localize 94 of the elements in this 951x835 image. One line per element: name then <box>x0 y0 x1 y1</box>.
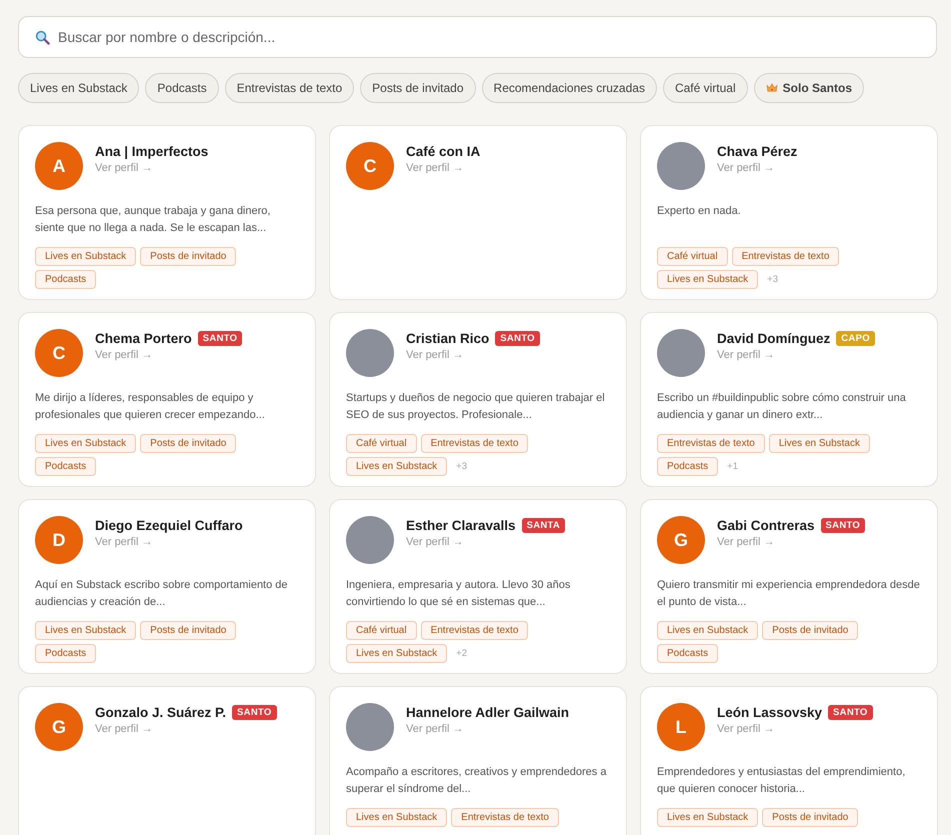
profile-description: Esa persona que, aunque trabaja y gana dinero, siente que no llega a nada. Se le escapan las... <box>35 204 272 236</box>
category-tag: Lives en Substack <box>346 457 448 476</box>
category-tag: Café virtual <box>657 247 728 266</box>
rank-badge: CAPO <box>836 331 875 346</box>
category-tag: Lives en Substack <box>35 621 136 640</box>
profile-name: Gonzalo J. Suárez P. <box>95 705 226 720</box>
rank-badge: SANTA <box>522 518 566 533</box>
profile-name: Diego Ezequiel Cuffaro <box>95 518 243 533</box>
profile-card[interactable]: G Gabi Contreras SANTO Ver perfil → Quiero transmitir mi experiencia emprendedora desde el punto de vista... Lives en Substack Posts de invitado Podcasts <box>640 499 938 674</box>
filter-chip[interactable]: Posts de invitado <box>360 73 476 103</box>
santos-filter-chip[interactable]: Solo Santos <box>754 73 864 103</box>
profile-description: Escribo un #buildinpublic sobre cómo construir una audiencia y ganar un dinero extr... <box>657 391 907 423</box>
photo-placeholder <box>346 703 394 751</box>
category-tag: Podcasts <box>657 457 718 476</box>
category-tag: Café virtual <box>346 621 417 640</box>
profile-name: Café con IA <box>406 144 480 159</box>
category-tag: Entrevistas de texto <box>451 808 559 827</box>
more-count: +2 <box>456 648 468 659</box>
category-tag: Café virtual <box>346 434 417 453</box>
category-tag: Lives en Substack <box>657 621 758 640</box>
profile-description: Acompaño a escritores, creativos y emprendedores a superar el síndrome del... <box>346 765 608 797</box>
initial-avatar: C <box>35 329 83 377</box>
search-field[interactable]: Buscar por nombre o descripción... <box>18 16 937 58</box>
profile-card[interactable]: David Domínguez CAPO Ver perfil → Escribo un #buildinpublic sobre cómo construir una audiencia y ganar un dinero extr... Entrevistas de texto Lives en Substack Podcasts +1 <box>640 312 938 487</box>
rank-badge: SANTO <box>828 705 873 720</box>
profile-description: Me dirijo a líderes, responsables de equipo y profesionales que quieren crecer empezando... <box>35 391 266 423</box>
category-tag: Podcasts <box>35 457 96 476</box>
category-tag: Posts de invitado <box>140 247 236 266</box>
initial-avatar: D <box>35 516 83 564</box>
profile-name: Hannelore Adler Gailwain <box>406 705 570 720</box>
category-tag: Podcasts <box>35 270 96 289</box>
profile-card[interactable]: Hannelore Adler Gailwain Ver perfil → Acompaño a escritores, creativos y emprendedores a superar el síndrome del... Lives en Substack Entrevistas de texto <box>329 686 627 835</box>
rank-badge: SANTO <box>232 705 277 720</box>
category-tag: Lives en Substack <box>768 434 870 453</box>
filter-chip[interactable]: Podcasts <box>145 73 219 103</box>
profile-name: Ana | Imperfectos <box>95 144 208 159</box>
rank-badge: SANTO <box>495 331 540 346</box>
filter-chip[interactable]: Lives en Substack <box>18 73 140 103</box>
category-tag: Posts de invitado <box>762 808 858 827</box>
rank-badge: SANTO <box>198 331 242 346</box>
photo-placeholder <box>346 516 394 564</box>
profile-name: Chava Pérez <box>717 144 798 159</box>
profile-description: Emprendedores y entusiastas del emprendimiento, que quieren conocer historia... <box>657 765 906 797</box>
category-tag: Lives en Substack <box>35 247 136 266</box>
profile-card[interactable]: Esther Claravalls SANTA Ver perfil → Ingeniera, empresaria y autora. Llevo 30 años convirtiendo lo que sé en sistemas que... Café virtual Entrevistas de texto Lives en Substack +2 <box>329 499 627 674</box>
profile-name: Cristian Rico <box>406 331 490 346</box>
profile-description: Aquí en Substack escribo sobre comportamiento de audiencias y creación de... <box>35 578 289 610</box>
photo-placeholder <box>657 142 705 190</box>
photo-placeholder <box>657 329 705 377</box>
filter-chip[interactable]: Café virtual <box>662 73 748 103</box>
initial-avatar: A <box>35 142 83 190</box>
category-tag: Posts de invitado <box>762 621 858 640</box>
category-tag: Lives en Substack <box>657 808 758 827</box>
category-tag: Entrevistas de texto <box>420 434 528 453</box>
more-count: +3 <box>767 274 778 285</box>
rank-badge: SANTO <box>820 518 866 533</box>
profile-name: León Lassovsky <box>717 705 822 720</box>
profile-name: Gabi Contreras <box>717 518 815 533</box>
profile-name: Esther Claravalls <box>406 518 516 533</box>
category-tag: Lives en Substack <box>35 434 136 453</box>
profile-card[interactable]: G Gonzalo J. Suárez P. SANTO Ver perfil → <box>18 686 316 835</box>
category-tag: Entrevistas de texto <box>657 434 765 453</box>
more-count: +3 <box>456 461 468 472</box>
profile-name: David Domínguez <box>717 331 830 346</box>
photo-placeholder <box>346 329 394 377</box>
category-tag: Lives en Substack <box>657 270 758 289</box>
profile-description: Experto en nada. <box>657 204 742 219</box>
profile-name: Chema Portero <box>95 331 192 346</box>
category-tag: Entrevistas de texto <box>732 247 840 266</box>
category-tag: Podcasts <box>35 644 96 663</box>
initial-avatar: G <box>35 703 83 751</box>
profile-card[interactable]: C Chema Portero SANTO Ver perfil → Me dirijo a líderes, responsables de equipo y profesionales que quieren crecer empezando... Lives en Substack Posts de invitado Podcasts <box>18 312 316 487</box>
category-tag: Podcasts <box>657 644 718 663</box>
category-tag: Entrevistas de texto <box>420 621 528 640</box>
more-count: +1 <box>727 461 738 472</box>
category-tag: Lives en Substack <box>346 644 448 663</box>
filter-chip[interactable]: Entrevistas de texto <box>224 73 354 103</box>
profile-card[interactable]: A Ana | Imperfectos Ver perfil → Esa persona que, aunque trabaja y gana dinero, siente que no llega a nada. Se le escapan las... Lives en Substack Posts de invitado Podcasts <box>18 125 316 300</box>
initial-avatar: G <box>657 516 705 564</box>
category-tag: Lives en Substack <box>346 808 448 827</box>
initial-avatar: L <box>657 703 705 751</box>
category-tag: Posts de invitado <box>140 434 236 453</box>
profile-description: Startups y dueños de negocio que quieren trabajar el SEO de sus proyectos. Profesionale... <box>346 391 606 423</box>
profile-description: Quiero transmitir mi experiencia emprendedora desde el punto de vista... <box>657 578 921 610</box>
profile-card[interactable]: Chava Pérez Ver perfil → Experto en nada. Café virtual Entrevistas de texto Lives en Substack +3 <box>640 125 938 300</box>
filter-chip[interactable]: Recomendaciones cruzadas <box>482 73 657 103</box>
profile-card[interactable]: C Café con IA Ver perfil → <box>329 125 627 300</box>
crown-icon <box>766 83 778 93</box>
initial-avatar: C <box>346 142 394 190</box>
category-tag: Posts de invitado <box>140 621 236 640</box>
profile-description: Ingeniera, empresaria y autora. Llevo 30 años convirtiendo lo que sé en sistemas que... <box>346 578 572 610</box>
profile-card[interactable]: D Diego Ezequiel Cuffaro Ver perfil → Aquí en Substack escribo sobre comportamiento de audiencias y creación de... Lives en Substack Posts de invitado Podcasts <box>18 499 316 674</box>
profile-card[interactable]: L León Lassovsky SANTO Ver perfil → Emprendedores y entusiastas del emprendimiento, que quieren conocer historia... Lives en Substack Posts de invitado <box>640 686 938 835</box>
profile-card[interactable]: Cristian Rico SANTO Ver perfil → Startups y dueños de negocio que quieren trabajar el SEO de sus proyectos. Profesionale... Café virtual Entrevistas de texto Lives en Substack +3 <box>329 312 627 487</box>
